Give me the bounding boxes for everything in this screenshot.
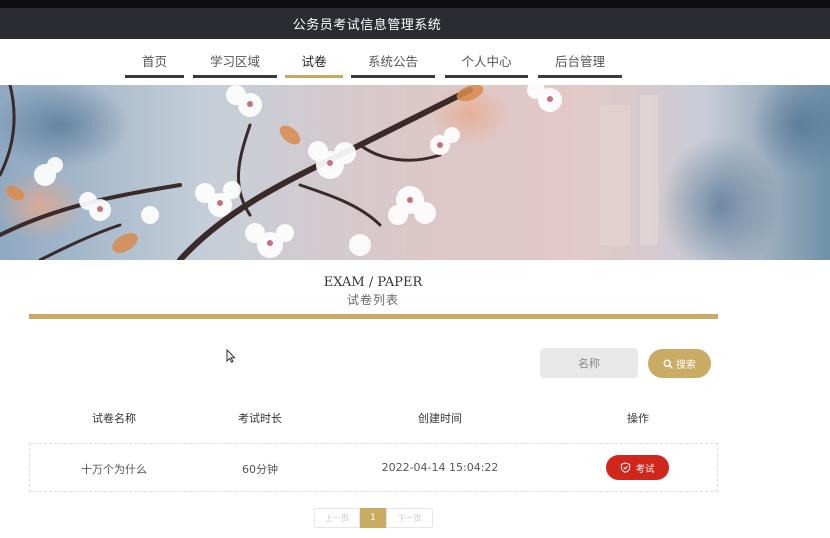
nav-item-home[interactable]: 首页 bbox=[125, 39, 184, 85]
column-header-created-time: 创建时间 bbox=[418, 412, 462, 425]
nav-item-label: 首页 bbox=[141, 54, 167, 69]
take-exam-button[interactable]: 考试 bbox=[606, 455, 669, 480]
created-time-cell: 2022-04-14 15:04:22 bbox=[381, 461, 499, 474]
column-header-paper-name: 试卷名称 bbox=[92, 412, 136, 425]
search-button[interactable]: 搜索 bbox=[648, 349, 711, 378]
hero-banner bbox=[0, 85, 830, 260]
mouse-cursor-icon bbox=[226, 348, 236, 367]
pagination-prev-button[interactable]: 上一页 bbox=[314, 508, 360, 528]
duration-cell: 60分钟 bbox=[242, 463, 278, 476]
nav-item-label: 系统公告 bbox=[367, 54, 418, 69]
nav-underline bbox=[125, 75, 184, 78]
section-title-chinese: 试卷列表 bbox=[346, 293, 399, 307]
nav-item-personal-center[interactable]: 个人中心 bbox=[445, 39, 528, 85]
search-input[interactable] bbox=[540, 348, 638, 378]
window-top-strip bbox=[0, 0, 830, 8]
pagination-current-page[interactable]: 1 bbox=[360, 508, 386, 528]
nav-underline bbox=[445, 75, 528, 78]
search-button-label: 搜索 bbox=[676, 360, 696, 371]
nav-item-label: 个人中心 bbox=[461, 54, 512, 69]
section-title-english: EXAM / PAPER bbox=[323, 275, 423, 290]
column-header-actions: 操作 bbox=[627, 412, 649, 425]
nav-underline bbox=[193, 75, 277, 78]
paper-name-cell: 十万个为什么 bbox=[81, 463, 147, 476]
nav-item-label: 后台管理 bbox=[554, 54, 605, 69]
take-exam-label: 考试 bbox=[635, 463, 655, 475]
main-nav: 首页 学习区域 试卷 系统公告 个人中心 后台管理 bbox=[0, 39, 830, 86]
nav-item-papers[interactable]: 试卷 bbox=[285, 39, 343, 85]
site-header: 公务员考试信息管理系统 bbox=[0, 8, 830, 39]
nav-item-admin[interactable]: 后台管理 bbox=[538, 39, 622, 85]
section-divider bbox=[29, 314, 718, 319]
nav-underline bbox=[351, 75, 435, 78]
shield-check-icon bbox=[621, 462, 631, 473]
site-title: 公务员考试信息管理系统 bbox=[292, 18, 442, 33]
nav-item-study-area[interactable]: 学习区域 bbox=[193, 39, 277, 85]
cherry-blossom-banner-image bbox=[0, 85, 830, 260]
nav-item-announcements[interactable]: 系统公告 bbox=[351, 39, 435, 85]
nav-item-label: 试卷 bbox=[301, 54, 327, 69]
nav-underline-active bbox=[285, 75, 343, 78]
search-icon bbox=[663, 358, 673, 369]
pagination-next-button[interactable]: 下一页 bbox=[386, 508, 433, 528]
nav-underline bbox=[538, 75, 622, 78]
nav-item-label: 学习区域 bbox=[209, 54, 260, 69]
column-header-duration: 考试时长 bbox=[238, 412, 282, 425]
